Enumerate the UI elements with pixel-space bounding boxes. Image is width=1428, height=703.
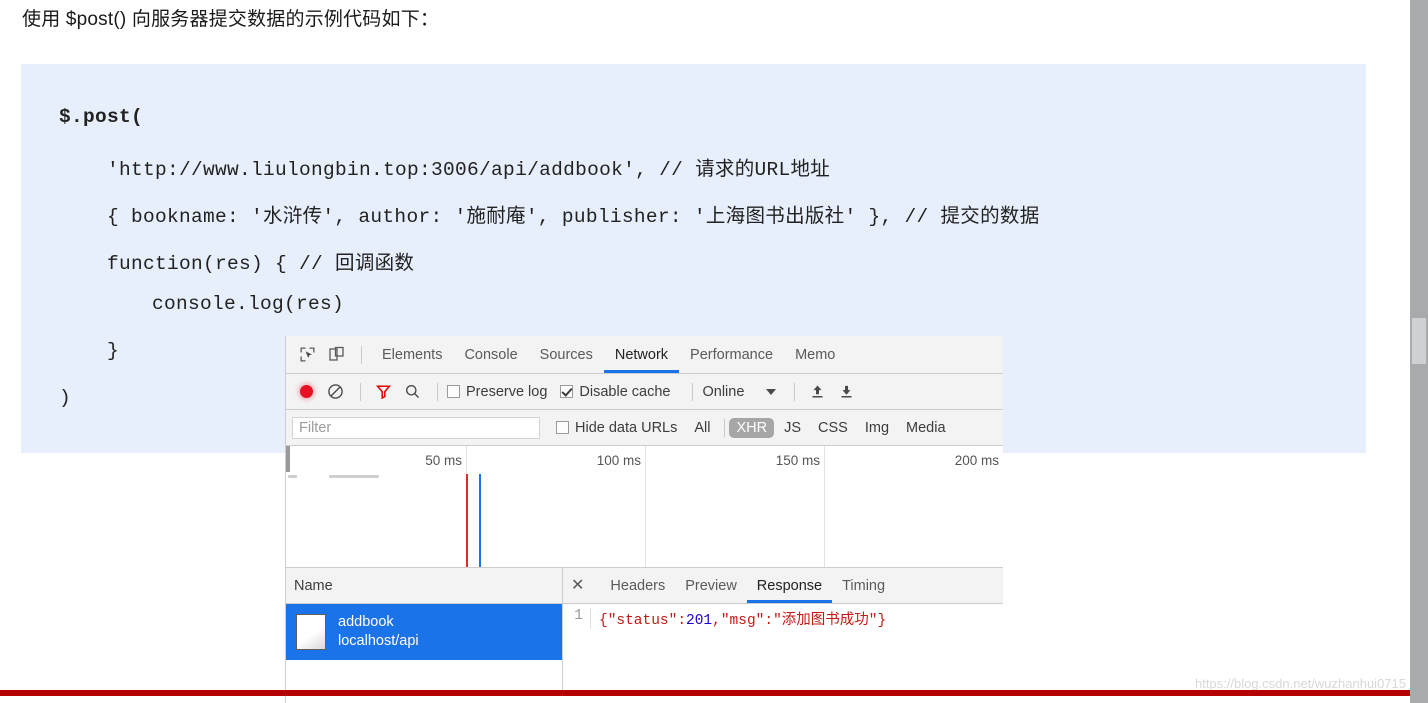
- resource-filter-img[interactable]: Img: [858, 418, 896, 438]
- network-toolbar: Preserve log Disable cache Online: [286, 374, 1003, 410]
- detail-tab-response[interactable]: Response: [747, 568, 832, 603]
- request-detail-pane: ✕ Headers Preview Response Timing 1 {"st…: [563, 568, 1003, 692]
- preserve-log-checkbox[interactable]: Preserve log: [447, 384, 547, 400]
- devtools-tab-console[interactable]: Console: [453, 336, 528, 373]
- overview-gridline: [824, 446, 825, 567]
- record-icon[interactable]: [293, 379, 319, 405]
- code-line-3: function(res) { // 回调函数: [107, 253, 415, 275]
- toolbar-divider: [692, 382, 694, 401]
- overview-request-bar: [329, 475, 379, 478]
- device-toolbar-icon[interactable]: [323, 342, 349, 368]
- devtools-tab-elements[interactable]: Elements: [371, 336, 453, 373]
- json-token-punc: ,: [712, 613, 721, 629]
- code-line-6: ): [59, 387, 72, 409]
- search-icon[interactable]: [399, 379, 425, 405]
- clear-icon[interactable]: [322, 379, 348, 405]
- devtools-tab-network[interactable]: Network: [604, 336, 679, 373]
- devtools-panel: Elements Console Sources Network Perform…: [285, 336, 1003, 703]
- response-body: 1 {"status":201,"msg":"添加图书成功"}: [563, 604, 1003, 629]
- json-token-punc: {: [599, 613, 608, 629]
- json-token-str: "status": [607, 613, 678, 629]
- devtools-tab-memory[interactable]: Memo: [784, 336, 846, 373]
- page-root: 使用 $post() 向服务器提交数据的示例代码如下： $.post( 'htt…: [0, 0, 1428, 703]
- devtools-tabbar: Elements Console Sources Network Perform…: [286, 336, 1003, 374]
- import-har-icon[interactable]: [804, 379, 830, 405]
- json-token-punc: :: [764, 613, 774, 629]
- intro-text: 使用 $post() 向服务器提交数据的示例代码如下：: [22, 9, 440, 30]
- throttle-select-value[interactable]: Online: [702, 384, 744, 400]
- network-overview-timeline[interactable]: 50 ms 100 ms 150 ms 200 ms: [286, 446, 1003, 568]
- json-token-str: "msg": [720, 613, 765, 629]
- disable-cache-label: Disable cache: [579, 383, 671, 400]
- chevron-down-icon[interactable]: [766, 388, 777, 395]
- checkbox-box: [556, 421, 569, 434]
- network-split-pane: Name addbook localhost/api ✕ Headers Pre…: [286, 568, 1003, 692]
- resource-filter-all[interactable]: All: [687, 418, 717, 438]
- dom-content-loaded-marker: [466, 474, 468, 567]
- detail-tab-headers[interactable]: Headers: [600, 568, 675, 603]
- devtools-tab-sources[interactable]: Sources: [529, 336, 604, 373]
- overview-tick-50ms: 50 ms: [425, 453, 462, 468]
- request-list-header-name[interactable]: Name: [286, 568, 562, 604]
- request-list: Name addbook localhost/api: [286, 568, 563, 692]
- request-name: addbook: [338, 613, 394, 630]
- page-scrollbar[interactable]: [1410, 0, 1428, 703]
- load-event-marker: [479, 474, 481, 567]
- watermark: https://blog.csdn.net/wuzhanhui0715: [1194, 676, 1406, 691]
- toolbar-divider: [361, 345, 362, 364]
- code-line-4: console.log(res): [152, 293, 345, 315]
- code-line-1: 'http://www.liulongbin.top:3006/api/addb…: [107, 159, 831, 181]
- hide-data-urls-checkbox[interactable]: Hide data URLs: [556, 420, 677, 436]
- json-token-punc: :: [677, 613, 687, 629]
- overview-tick-100ms: 100 ms: [596, 453, 641, 468]
- preserve-log-label: Preserve log: [466, 383, 548, 400]
- toolbar-divider: [360, 382, 361, 401]
- filter-input[interactable]: [292, 416, 540, 439]
- hide-data-urls-label: Hide data URLs: [575, 419, 678, 436]
- inspect-element-icon[interactable]: [294, 342, 320, 368]
- line-number: 1: [563, 608, 591, 629]
- overview-gridline: [645, 446, 646, 567]
- overview-tick-150ms: 150 ms: [775, 453, 820, 468]
- overview-scroll-handle[interactable]: [286, 446, 290, 472]
- resource-filter-js[interactable]: JS: [777, 418, 808, 438]
- detail-tab-preview[interactable]: Preview: [675, 568, 747, 603]
- code-line-0: $.post(: [59, 106, 144, 128]
- document-icon: [296, 614, 326, 650]
- table-row[interactable]: addbook localhost/api: [286, 604, 562, 660]
- filter-icon[interactable]: [370, 379, 396, 405]
- json-token-str: "添加图书成功": [773, 613, 878, 629]
- network-filterbar: Hide data URLs All XHR JS CSS Img Media: [286, 410, 1003, 446]
- toolbar-divider: [724, 418, 726, 437]
- checkbox-box: [447, 385, 460, 398]
- bottom-red-bar: [0, 690, 1410, 696]
- export-har-icon[interactable]: [833, 379, 859, 405]
- json-token-num: 201: [686, 613, 713, 629]
- devtools-tab-performance[interactable]: Performance: [679, 336, 784, 373]
- resource-filter-css[interactable]: CSS: [811, 418, 855, 438]
- code-line-2: { bookname: '水浒传', author: '施耐庵', publis…: [107, 206, 1040, 228]
- request-path: localhost/api: [338, 633, 419, 649]
- close-icon[interactable]: ✕: [571, 577, 584, 594]
- page-scrollbar-thumb[interactable]: [1412, 318, 1426, 364]
- resource-filter-xhr[interactable]: XHR: [729, 417, 775, 438]
- response-json[interactable]: {"status":201,"msg":"添加图书成功"}: [591, 608, 886, 629]
- disable-cache-checkbox[interactable]: Disable cache: [560, 384, 670, 400]
- detail-tab-timing[interactable]: Timing: [832, 568, 895, 603]
- detail-tabbar: ✕ Headers Preview Response Timing: [563, 568, 1003, 604]
- checkbox-box: [560, 385, 574, 398]
- code-line-5: }: [107, 340, 120, 362]
- overview-tick-200ms: 200 ms: [954, 453, 999, 468]
- json-token-punc: }: [877, 613, 887, 629]
- toolbar-divider: [437, 382, 438, 401]
- resource-filter-media[interactable]: Media: [899, 418, 953, 438]
- overview-request-bar: [288, 475, 297, 478]
- toolbar-divider: [794, 382, 796, 401]
